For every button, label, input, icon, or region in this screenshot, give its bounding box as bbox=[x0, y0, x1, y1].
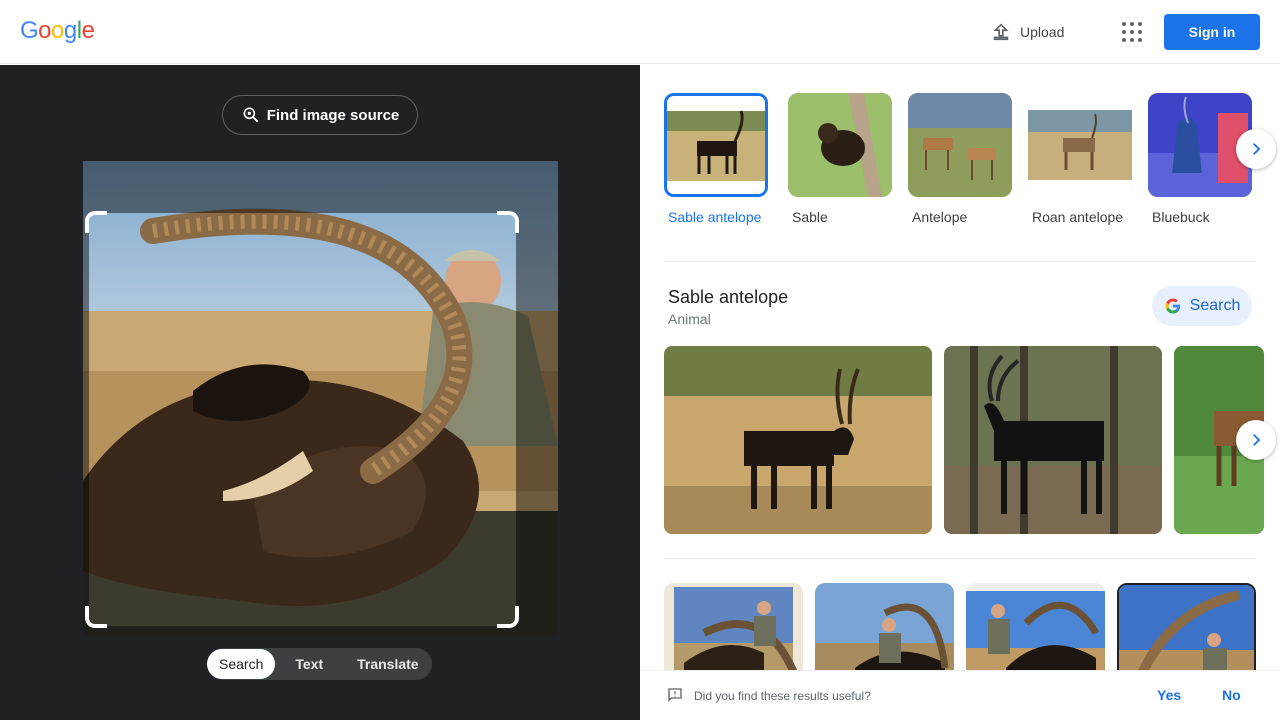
find-image-source-button[interactable]: Find image source bbox=[222, 95, 418, 135]
visual-match-image[interactable] bbox=[664, 583, 803, 683]
query-photo[interactable] bbox=[83, 161, 558, 636]
crop-handle-top-left[interactable] bbox=[85, 211, 107, 233]
divider bbox=[664, 261, 1256, 262]
find-image-source-label: Find image source bbox=[266, 106, 400, 124]
visual-match-image[interactable] bbox=[966, 583, 1105, 683]
suggestion-chip[interactable]: Sable bbox=[788, 93, 892, 227]
sign-in-button[interactable]: Sign in bbox=[1164, 14, 1260, 50]
suggestion-thumbnail bbox=[1028, 93, 1132, 197]
google-g-icon bbox=[1165, 298, 1180, 314]
top-bar: Google Upload Sign in bbox=[0, 0, 1280, 64]
feedback-question: Did you find these results useful? bbox=[694, 689, 871, 703]
results-panel: Sable antelope Sable Antelope Roan antel… bbox=[640, 65, 1280, 720]
feedback-icon bbox=[668, 688, 682, 702]
suggestion-thumbnail bbox=[664, 93, 768, 197]
result-image[interactable] bbox=[664, 346, 932, 534]
tab-search[interactable]: Search bbox=[207, 649, 276, 679]
suggestion-chip[interactable]: Sable antelope bbox=[664, 93, 768, 227]
lens-search-icon bbox=[243, 107, 259, 123]
suggestion-label: Bluebuck bbox=[1152, 209, 1210, 225]
logo-letter: g bbox=[63, 17, 77, 44]
results-next-button[interactable] bbox=[1236, 420, 1276, 460]
crop-handle-bottom-right[interactable] bbox=[497, 606, 519, 628]
logo-letter: e bbox=[81, 17, 95, 44]
tab-translate[interactable]: Translate bbox=[345, 649, 430, 679]
feedback-yes-button[interactable]: Yes bbox=[1157, 687, 1181, 703]
divider bbox=[664, 558, 1256, 559]
entity-title: Sable antelope bbox=[668, 287, 789, 307]
feedback-no-button[interactable]: No bbox=[1222, 687, 1241, 703]
suggestion-chip[interactable]: Roan antelope bbox=[1028, 93, 1132, 227]
tab-text[interactable]: Text bbox=[283, 649, 335, 679]
suggestion-chip[interactable]: Antelope bbox=[908, 93, 1012, 227]
upload-label: Upload bbox=[1020, 24, 1065, 40]
crop-handle-bottom-left[interactable] bbox=[85, 606, 107, 628]
crop-handle-top-right[interactable] bbox=[497, 211, 519, 233]
suggestion-label: Antelope bbox=[912, 209, 968, 225]
mode-tabs: Search Text Translate bbox=[207, 648, 432, 680]
suggestion-label: Sable bbox=[792, 209, 828, 225]
chevron-right-icon bbox=[1253, 434, 1261, 446]
suggestion-thumbnail bbox=[788, 93, 892, 197]
visual-match-image[interactable] bbox=[815, 583, 954, 683]
upload-icon bbox=[993, 23, 1009, 41]
google-search-label: Search bbox=[1189, 297, 1241, 314]
suggestion-chip[interactable]: Bluebuck bbox=[1148, 93, 1252, 227]
suggestion-label: Roan antelope bbox=[1032, 209, 1124, 225]
google-search-button[interactable]: Search bbox=[1152, 286, 1252, 326]
result-image[interactable] bbox=[944, 346, 1162, 534]
query-image-panel: Find image source Search Text Translate bbox=[0, 65, 640, 720]
chevron-right-icon bbox=[1253, 143, 1261, 155]
suggestion-thumbnail bbox=[908, 93, 1012, 197]
apps-grid-icon[interactable] bbox=[1118, 18, 1146, 46]
logo-letter: o bbox=[51, 17, 64, 44]
suggestion-label: Sable antelope bbox=[668, 209, 762, 225]
logo-letter: o bbox=[38, 17, 52, 44]
feedback-bar: Did you find these results useful? Yes N… bbox=[640, 670, 1280, 720]
suggestions-next-button[interactable] bbox=[1236, 129, 1276, 169]
logo-letter: G bbox=[20, 17, 39, 44]
google-logo[interactable]: Google bbox=[20, 17, 95, 45]
upload-button[interactable]: Upload bbox=[990, 18, 1064, 46]
entity-subtitle: Animal bbox=[668, 311, 711, 327]
visual-match-image[interactable] bbox=[1117, 583, 1256, 683]
